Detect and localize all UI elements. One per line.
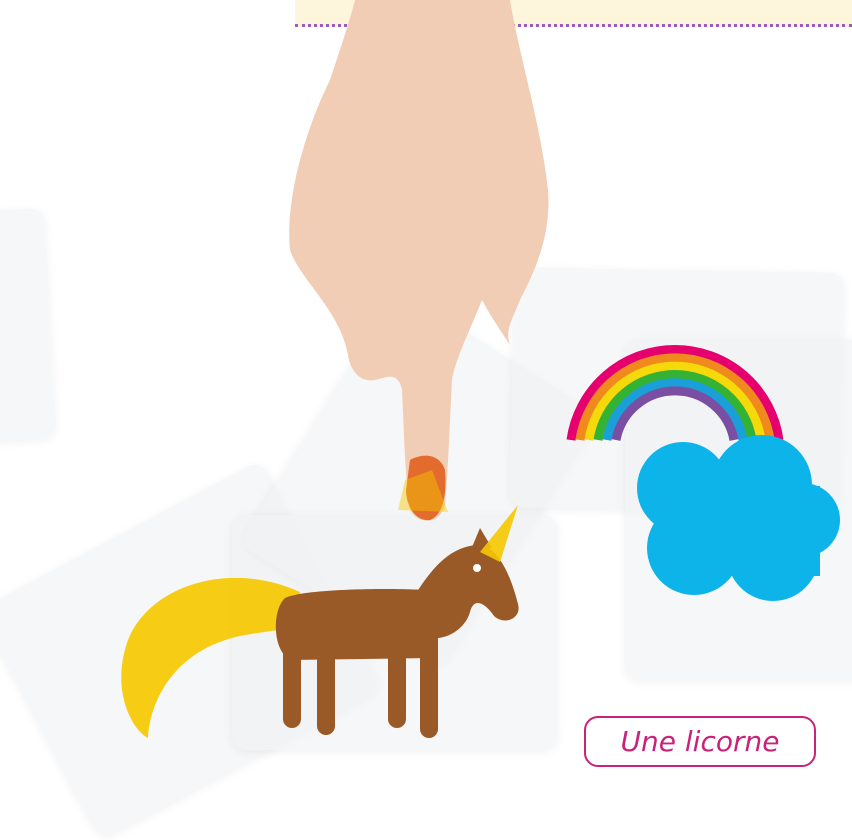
- rainbow-icon: [566, 344, 784, 441]
- caption-box: Une licorne: [584, 716, 816, 767]
- hand-icon: [289, 0, 549, 521]
- caption-text: Une licorne: [620, 725, 780, 758]
- cloud-icon: [637, 435, 840, 601]
- unicorn-icon: [121, 505, 519, 738]
- scene: [121, 0, 840, 738]
